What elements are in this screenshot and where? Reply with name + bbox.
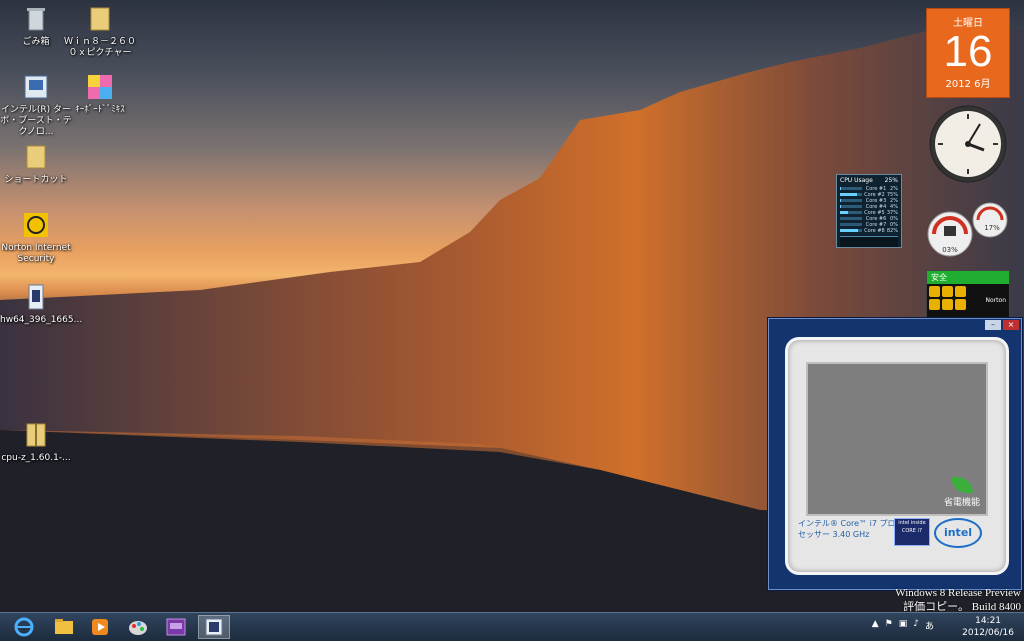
desktop-icon-label: インテル(R) ターボ・ブースト・テクノロ... — [0, 105, 72, 137]
media-player-icon — [92, 619, 108, 635]
ime-indicator[interactable]: あ — [925, 619, 934, 632]
cpu-core-bar — [840, 187, 862, 190]
cpu-core-bar — [840, 193, 862, 196]
eco-indicator: 省電機能 — [944, 477, 980, 508]
cpu-usage-graph — [840, 236, 898, 247]
calendar-gadget[interactable]: 土曜日 16 2012 6月 — [926, 8, 1010, 98]
intel-turbo-boost-icon — [24, 75, 48, 99]
folder-zip-icon — [26, 423, 46, 447]
desktop-icon-label: ショートカット — [4, 175, 68, 185]
processor-die: 省電機能 — [806, 362, 988, 516]
taskbar-internet-explorer[interactable] — [8, 615, 40, 639]
cpu-ram-gauges-gadget[interactable]: 03% 17% — [926, 198, 1012, 262]
desktop-icon-label: ごみ箱 — [22, 37, 50, 47]
cpu-core-bar — [840, 211, 862, 214]
desktop-icon-hw64[interactable]: hw64_396_1665... — [0, 282, 82, 326]
desktop-icon-label: Norton Internet Security — [1, 243, 71, 264]
mem-gauge-value: 17% — [984, 224, 1000, 232]
cpu-core-bar — [840, 229, 862, 232]
internet-explorer-icon — [14, 617, 34, 637]
app-icon — [166, 618, 186, 636]
build-watermark: Windows 8 Release Preview 評価コピー。 Build 8… — [895, 586, 1021, 614]
close-button[interactable]: × — [1003, 320, 1019, 330]
desktop[interactable]: ごみ箱 Ｗｉｎ８－２６０ ０ｘピクチャー インテル(R) ターボ・ブースト・テク… — [0, 0, 1024, 612]
processor-name: インテル® Core™ i7 プロセッサー 3.40 GHz — [798, 519, 896, 539]
window-controls: – × — [985, 320, 1019, 330]
cpu-core-bar — [840, 205, 862, 208]
paint-icon — [129, 621, 147, 635]
taskbar-active-window[interactable] — [198, 615, 230, 639]
desktop-icon-shortcut-folder[interactable]: ショートカット — [0, 142, 72, 186]
calendar-year-month: 2012 6月 — [945, 79, 991, 90]
folder-icon — [90, 7, 110, 31]
taskbar-app[interactable] — [160, 615, 192, 639]
network-icon[interactable]: ▣ — [899, 619, 908, 632]
cpu-meter-total: 25% — [884, 177, 898, 184]
clock-date: 2012/06/16 — [962, 628, 1014, 638]
cpu-meter-gadget[interactable]: CPU Usage 25% Core #1 2% Core #2 75% Core #3… — [836, 174, 902, 248]
file-explorer-icon — [55, 619, 73, 634]
cpu-gauge-value: 03% — [942, 246, 958, 254]
intel-processor-widget[interactable]: – × 省電機能 インテル® Core™ i7 プロセッサー 3.40 GHz … — [768, 318, 1022, 590]
clock-time: 14:21 — [975, 616, 1002, 626]
desktop-icon-cpu-z[interactable]: cpu-z_1.60.1-... — [0, 420, 72, 464]
cpu-core-bar — [840, 223, 862, 226]
clock-gadget[interactable] — [928, 104, 1008, 184]
system-tray[interactable]: ▲ ⚑ ▣ ♪ あ — [872, 619, 934, 632]
desktop-icon-label: Ｗｉｎ８－２６０ ０ｘピクチャー — [64, 37, 137, 58]
desktop-icon-label: cpu-z_1.60.1-... — [1, 453, 71, 463]
show-hidden-icons-icon[interactable]: ▲ — [872, 619, 879, 632]
cpu-core-bar — [840, 217, 862, 220]
installer-icon — [28, 284, 44, 310]
norton-icon-grid — [927, 284, 977, 310]
intel-logo: intel — [934, 518, 982, 548]
norton-icon — [24, 213, 48, 237]
norton-gadget[interactable]: 安全 Norton — [926, 270, 1010, 322]
cpu-meter-title: CPU Usage — [840, 177, 873, 184]
desktop-icon-turbo-boost[interactable]: インテル(R) ターボ・ブースト・テクノロ... — [0, 72, 72, 138]
flag-icon[interactable]: ⚑ — [885, 619, 893, 632]
watermark-line1: Windows 8 Release Preview — [895, 587, 1021, 599]
folder-icon — [26, 145, 46, 169]
taskbar-media-player[interactable] — [84, 615, 116, 639]
intel-core-i7-badge: intel inside CORE i7 — [894, 518, 930, 546]
desktop-icon-app-shortcut[interactable]: ｷｰﾎﾞｰﾄﾞﾞﾐｷｽ — [64, 72, 136, 116]
desktop-icon-recycle-bin[interactable]: ごみ箱 — [0, 4, 72, 48]
cpu-core-bar — [840, 199, 862, 202]
badge-top-text: intel inside — [898, 520, 926, 526]
active-window-icon — [205, 618, 223, 636]
cpu-core-value: 82% — [886, 228, 898, 234]
cpu-core-label: Core #8 — [864, 228, 885, 234]
taskbar-clock[interactable]: 14:21 2012/06/16 — [962, 615, 1014, 639]
desktop-icon-label: hw64_396_1665... — [0, 315, 83, 325]
minimize-button[interactable]: – — [985, 320, 1001, 330]
cpu-core-row: Core #8 82% — [837, 228, 901, 234]
taskbar-file-explorer[interactable] — [48, 615, 80, 639]
desktop-icon-norton[interactable]: Norton Internet Security — [0, 210, 72, 265]
taskbar-paint[interactable] — [122, 615, 154, 639]
leaf-icon — [950, 477, 973, 493]
processor-chip-image: 省電機能 インテル® Core™ i7 プロセッサー 3.40 GHz inte… — [785, 337, 1009, 575]
app-shortcut-icon — [88, 75, 112, 99]
volume-icon[interactable]: ♪ — [913, 619, 919, 632]
norton-status: 安全 — [927, 271, 1009, 284]
desktop-icon-label: ｷｰﾎﾞｰﾄﾞﾞﾐｷｽ — [75, 105, 125, 115]
badge-bottom-text: CORE i7 — [901, 528, 923, 534]
desktop-icon-pictures-folder[interactable]: Ｗｉｎ８－２６０ ０ｘピクチャー — [64, 4, 136, 59]
norton-logo: Norton — [985, 297, 1006, 304]
eco-label: 省電機能 — [943, 498, 980, 508]
recycle-bin-icon — [27, 8, 45, 31]
taskbar[interactable]: ▲ ⚑ ▣ ♪ あ 14:21 2012/06/16 — [0, 612, 1024, 641]
calendar-day: 16 — [943, 27, 993, 76]
